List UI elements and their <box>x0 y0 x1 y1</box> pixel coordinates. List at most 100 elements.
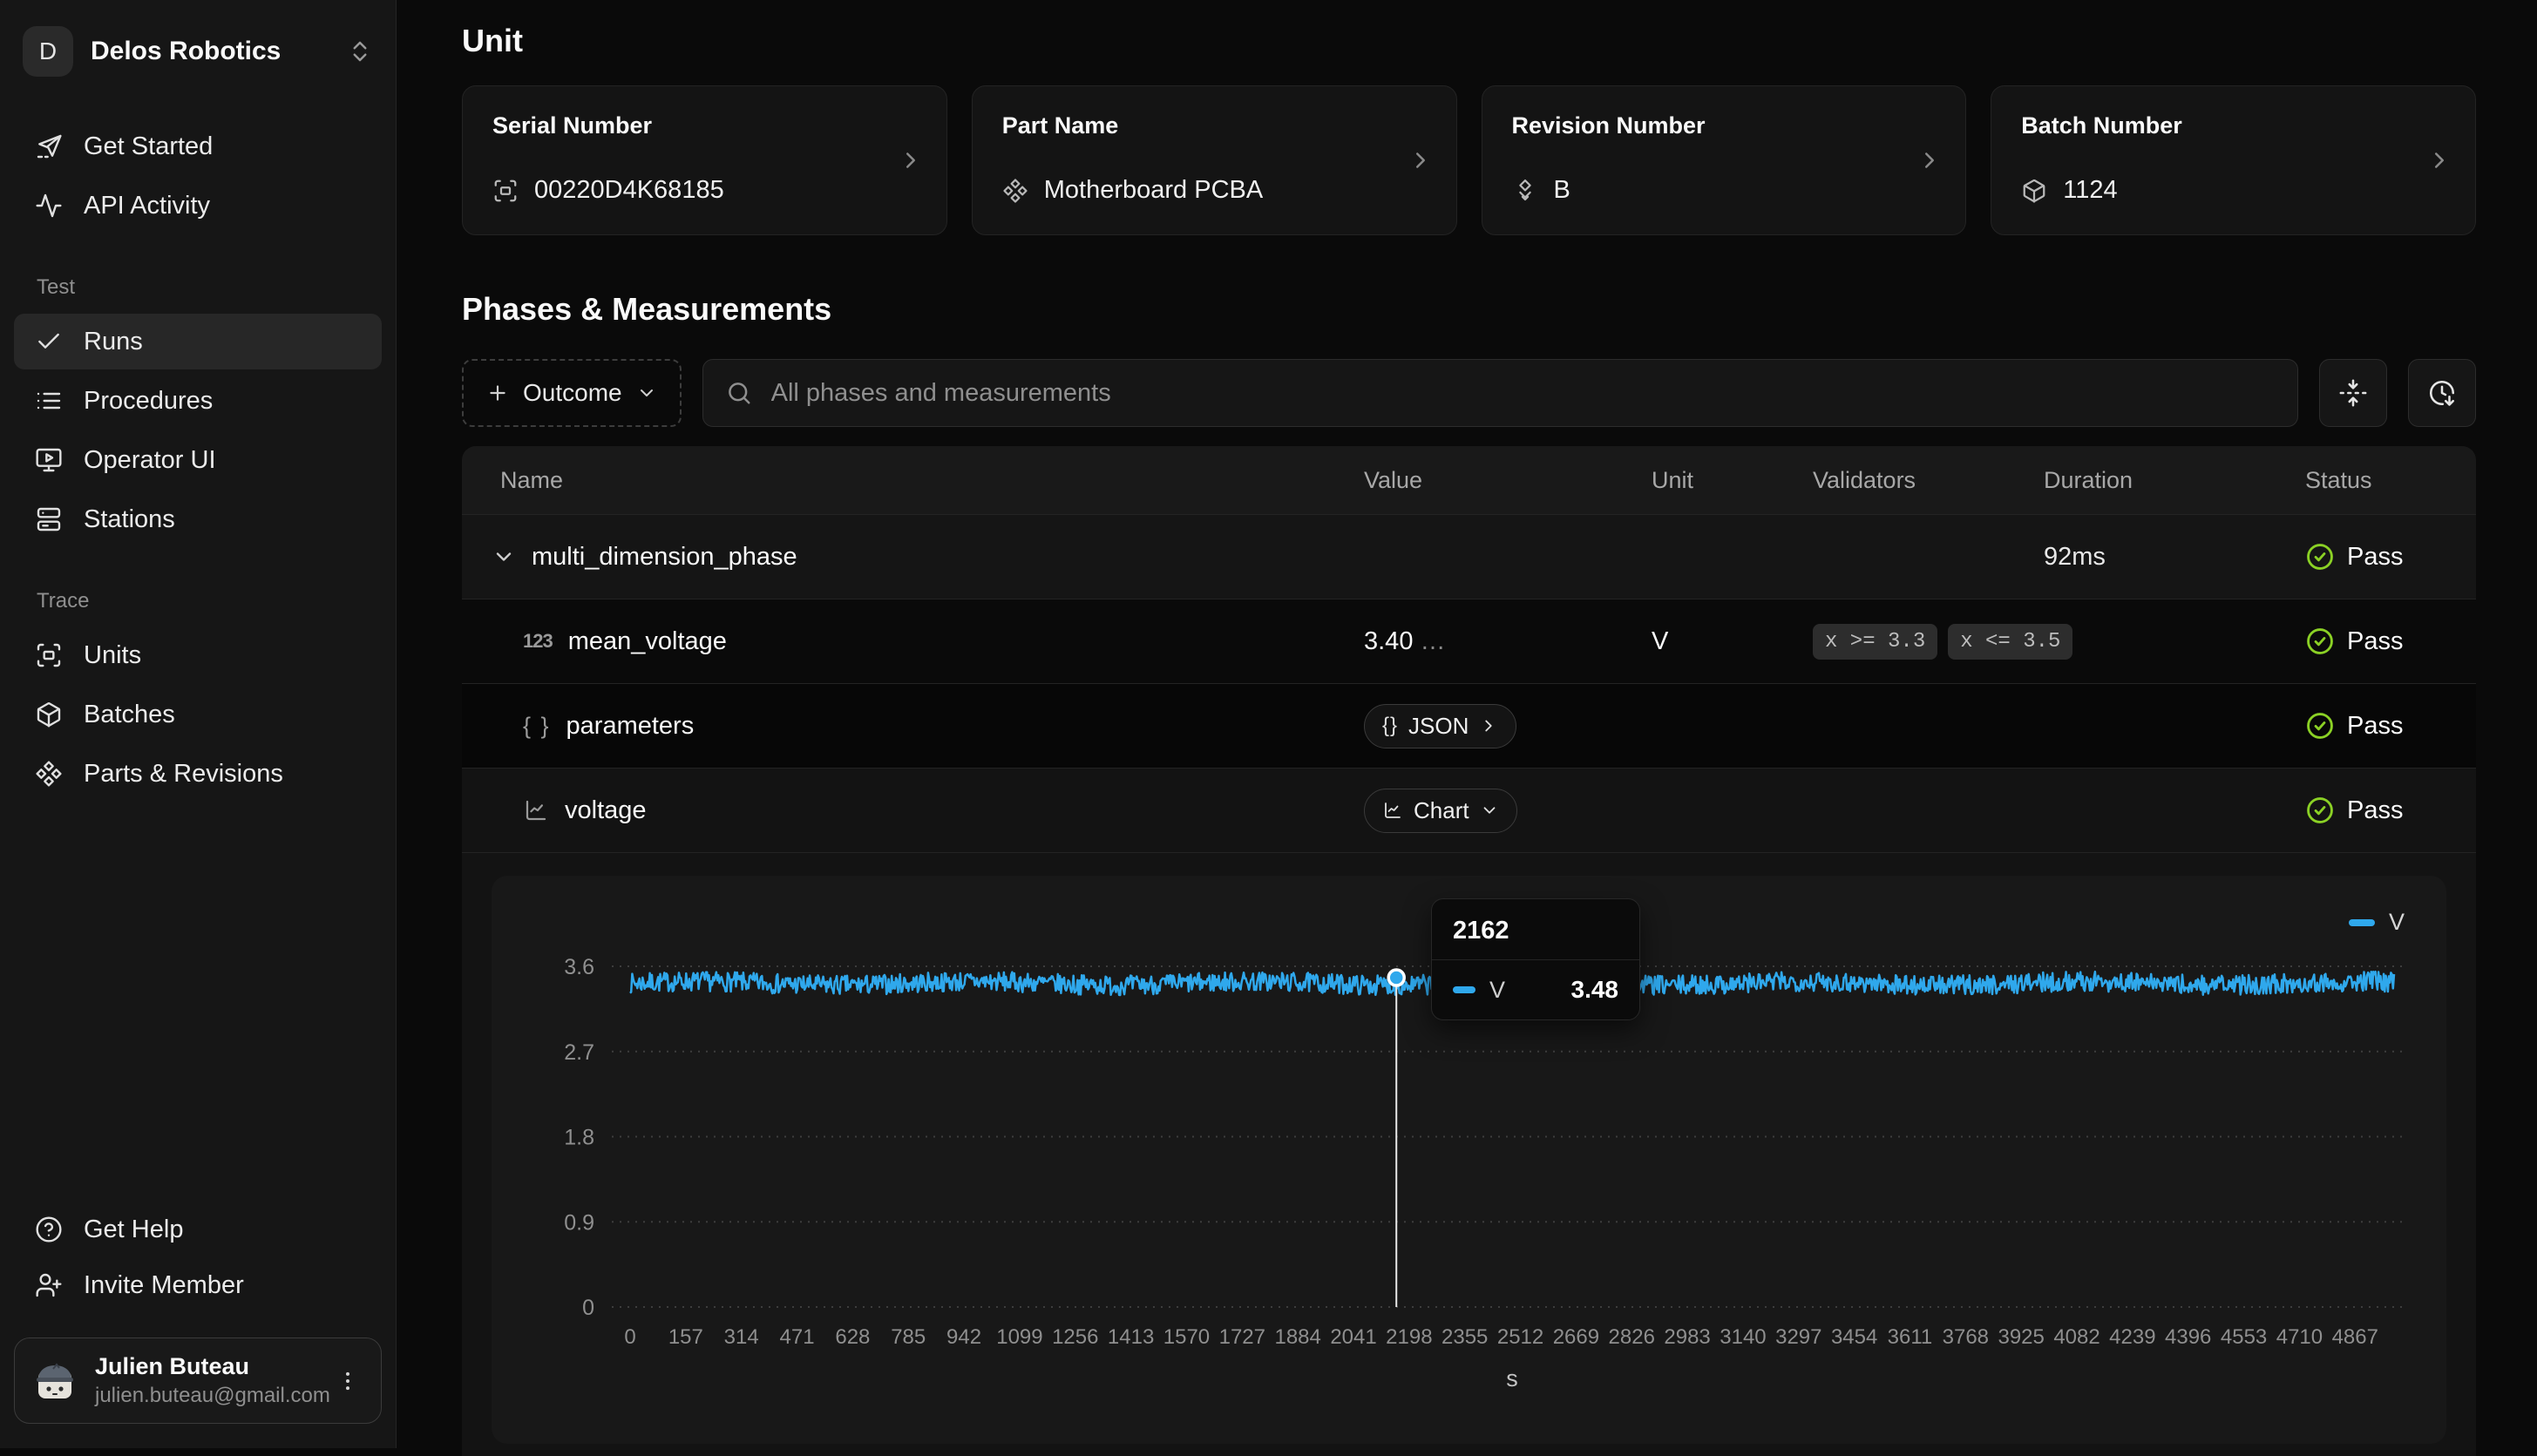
col-status: Status <box>2305 467 2476 494</box>
col-name: Name <box>462 467 1364 494</box>
svg-text:4396: 4396 <box>2165 1325 2211 1349</box>
revision-number-card[interactable]: Revision Number B <box>1482 85 1967 235</box>
svg-text:4553: 4553 <box>2221 1325 2267 1349</box>
table-row-mean-voltage[interactable]: 123 mean_voltage 3.40… V x >= 3.3 x <= 3… <box>462 599 2476 683</box>
sidebar-item-get-help[interactable]: Get Help <box>14 1202 382 1257</box>
batch-number-value: 1124 <box>2063 176 2117 205</box>
tooltip-series-name: V <box>1489 977 1505 1004</box>
chip-label: Chart <box>1414 797 1469 824</box>
collapse-all-button[interactable] <box>2319 359 2387 427</box>
measurement-name-cell: voltage <box>462 796 1364 825</box>
svg-text:2669: 2669 <box>1553 1325 1599 1349</box>
svg-text:1413: 1413 <box>1108 1325 1154 1349</box>
chevron-down-icon <box>636 383 657 403</box>
sidebar-item-api-activity[interactable]: API Activity <box>14 178 382 234</box>
phase-name-cell[interactable]: multi_dimension_phase <box>462 543 1364 572</box>
json-chip-button[interactable]: {} JSON <box>1364 704 1516 748</box>
org-switcher[interactable]: D Delos Robotics <box>14 23 382 80</box>
number-type-icon: 123 <box>523 630 553 653</box>
search-input[interactable] <box>770 378 2275 409</box>
braces-icon: {} <box>1382 714 1398 738</box>
search-icon <box>726 380 752 406</box>
search-box[interactable] <box>702 359 2298 427</box>
sidebar-item-label: Operator UI <box>84 446 216 475</box>
batch-number-card[interactable]: Batch Number 1124 <box>1991 85 2476 235</box>
sidebar-item-label: Runs <box>84 328 143 356</box>
card-label: Part Name <box>1002 112 1427 139</box>
sidebar-item-runs[interactable]: Runs <box>14 314 382 369</box>
chart-chip-button[interactable]: Chart <box>1364 789 1517 833</box>
svg-text:4082: 4082 <box>2053 1325 2099 1349</box>
measurement-value: 3.40… <box>1364 627 1652 656</box>
chevron-down-icon[interactable] <box>492 545 516 569</box>
check-circle-icon <box>2305 796 2335 825</box>
svg-text:1570: 1570 <box>1163 1325 1210 1349</box>
measurement-name: parameters <box>566 712 695 741</box>
serial-number-value: 00220D4K68185 <box>534 176 724 205</box>
sidebar-item-invite-member[interactable]: Invite Member <box>14 1257 382 1313</box>
status-label: Pass <box>2347 796 2403 825</box>
sidebar-item-label: Parts & Revisions <box>84 760 283 789</box>
sidebar-item-batches[interactable]: Batches <box>14 687 382 742</box>
tooltip-series-row: V 3.48 <box>1432 960 1639 1019</box>
status-label: Pass <box>2347 543 2403 572</box>
chevron-right-icon <box>1408 147 1434 173</box>
svg-text:0: 0 <box>582 1296 594 1320</box>
tooltip-x-value: 2162 <box>1432 899 1639 960</box>
chart-line-icon <box>523 797 549 823</box>
svg-text:314: 314 <box>724 1325 759 1349</box>
status-cell: Pass <box>2305 796 2476 825</box>
legend-series-swatch <box>2349 919 2375 926</box>
user-card[interactable]: Julien Buteau julien.buteau@gmail.com <box>14 1337 382 1424</box>
tooltip-series-value: 3.48 <box>1571 976 1619 1004</box>
table-row-voltage[interactable]: voltage Chart Pass <box>462 768 2476 852</box>
sidebar-item-procedures[interactable]: Procedures <box>14 373 382 429</box>
scan-icon <box>35 641 63 669</box>
table-header: Name Value Unit Validators Duration Stat… <box>462 446 2476 514</box>
table-row-phase[interactable]: multi_dimension_phase 92ms Pass <box>462 514 2476 599</box>
measurement-name: mean_voltage <box>568 627 727 656</box>
svg-text:4239: 4239 <box>2109 1325 2155 1349</box>
sidebar-item-parts-revisions[interactable]: Parts & Revisions <box>14 746 382 802</box>
svg-text:0: 0 <box>624 1325 635 1349</box>
col-duration: Duration <box>2044 467 2305 494</box>
component-icon <box>1002 178 1028 204</box>
status-cell: Pass <box>2305 711 2476 741</box>
svg-text:785: 785 <box>891 1325 926 1349</box>
check-icon <box>35 328 63 356</box>
measurement-value: {} JSON <box>1364 704 1652 748</box>
svg-text:3454: 3454 <box>1831 1325 1877 1349</box>
svg-text:0.9: 0.9 <box>564 1210 594 1235</box>
org-avatar: D <box>23 26 73 77</box>
history-button[interactable] <box>2408 359 2476 427</box>
validators-cell: x >= 3.3 x <= 3.5 <box>1813 624 2044 660</box>
chip-label: JSON <box>1408 713 1469 740</box>
status-label: Pass <box>2347 712 2403 741</box>
svg-text:3297: 3297 <box>1775 1325 1821 1349</box>
svg-text:3.6: 3.6 <box>564 955 594 979</box>
svg-text:2041: 2041 <box>1330 1325 1376 1349</box>
sidebar-nav: Get Started API Activity Test Runs Proce… <box>14 119 382 802</box>
main-content: Unit Serial Number 00220D4K68185 Part Na… <box>397 0 2537 1448</box>
sidebar-item-get-started[interactable]: Get Started <box>14 119 382 174</box>
serial-number-card[interactable]: Serial Number 00220D4K68185 <box>462 85 947 235</box>
card-value: B <box>1512 176 1570 205</box>
sidebar-item-operator-ui[interactable]: Operator UI <box>14 432 382 488</box>
measurement-unit: V <box>1652 627 1813 656</box>
card-value: Motherboard PCBA <box>1002 176 1263 205</box>
col-validators: Validators <box>1813 467 2044 494</box>
chevron-right-icon <box>898 147 924 173</box>
kebab-menu-icon[interactable] <box>330 1364 365 1398</box>
sidebar-item-units[interactable]: Units <box>14 627 382 683</box>
svg-text:4867: 4867 <box>2332 1325 2378 1349</box>
phase-name: multi_dimension_phase <box>532 543 797 572</box>
part-name-card[interactable]: Part Name Motherboard PCBA <box>972 85 1457 235</box>
voltage-chart-card[interactable]: 00.91.82.73.6015731447162878594210991256… <box>492 876 2446 1444</box>
table-row-parameters[interactable]: { } parameters {} JSON Pass <box>462 683 2476 768</box>
user-name: Julien Buteau <box>95 1352 315 1382</box>
sidebar-item-stations[interactable]: Stations <box>14 491 382 547</box>
outcome-filter-button[interactable]: Outcome <box>462 359 682 427</box>
svg-text:2983: 2983 <box>1664 1325 1710 1349</box>
svg-text:s: s <box>1506 1365 1518 1392</box>
card-label: Serial Number <box>492 112 917 139</box>
